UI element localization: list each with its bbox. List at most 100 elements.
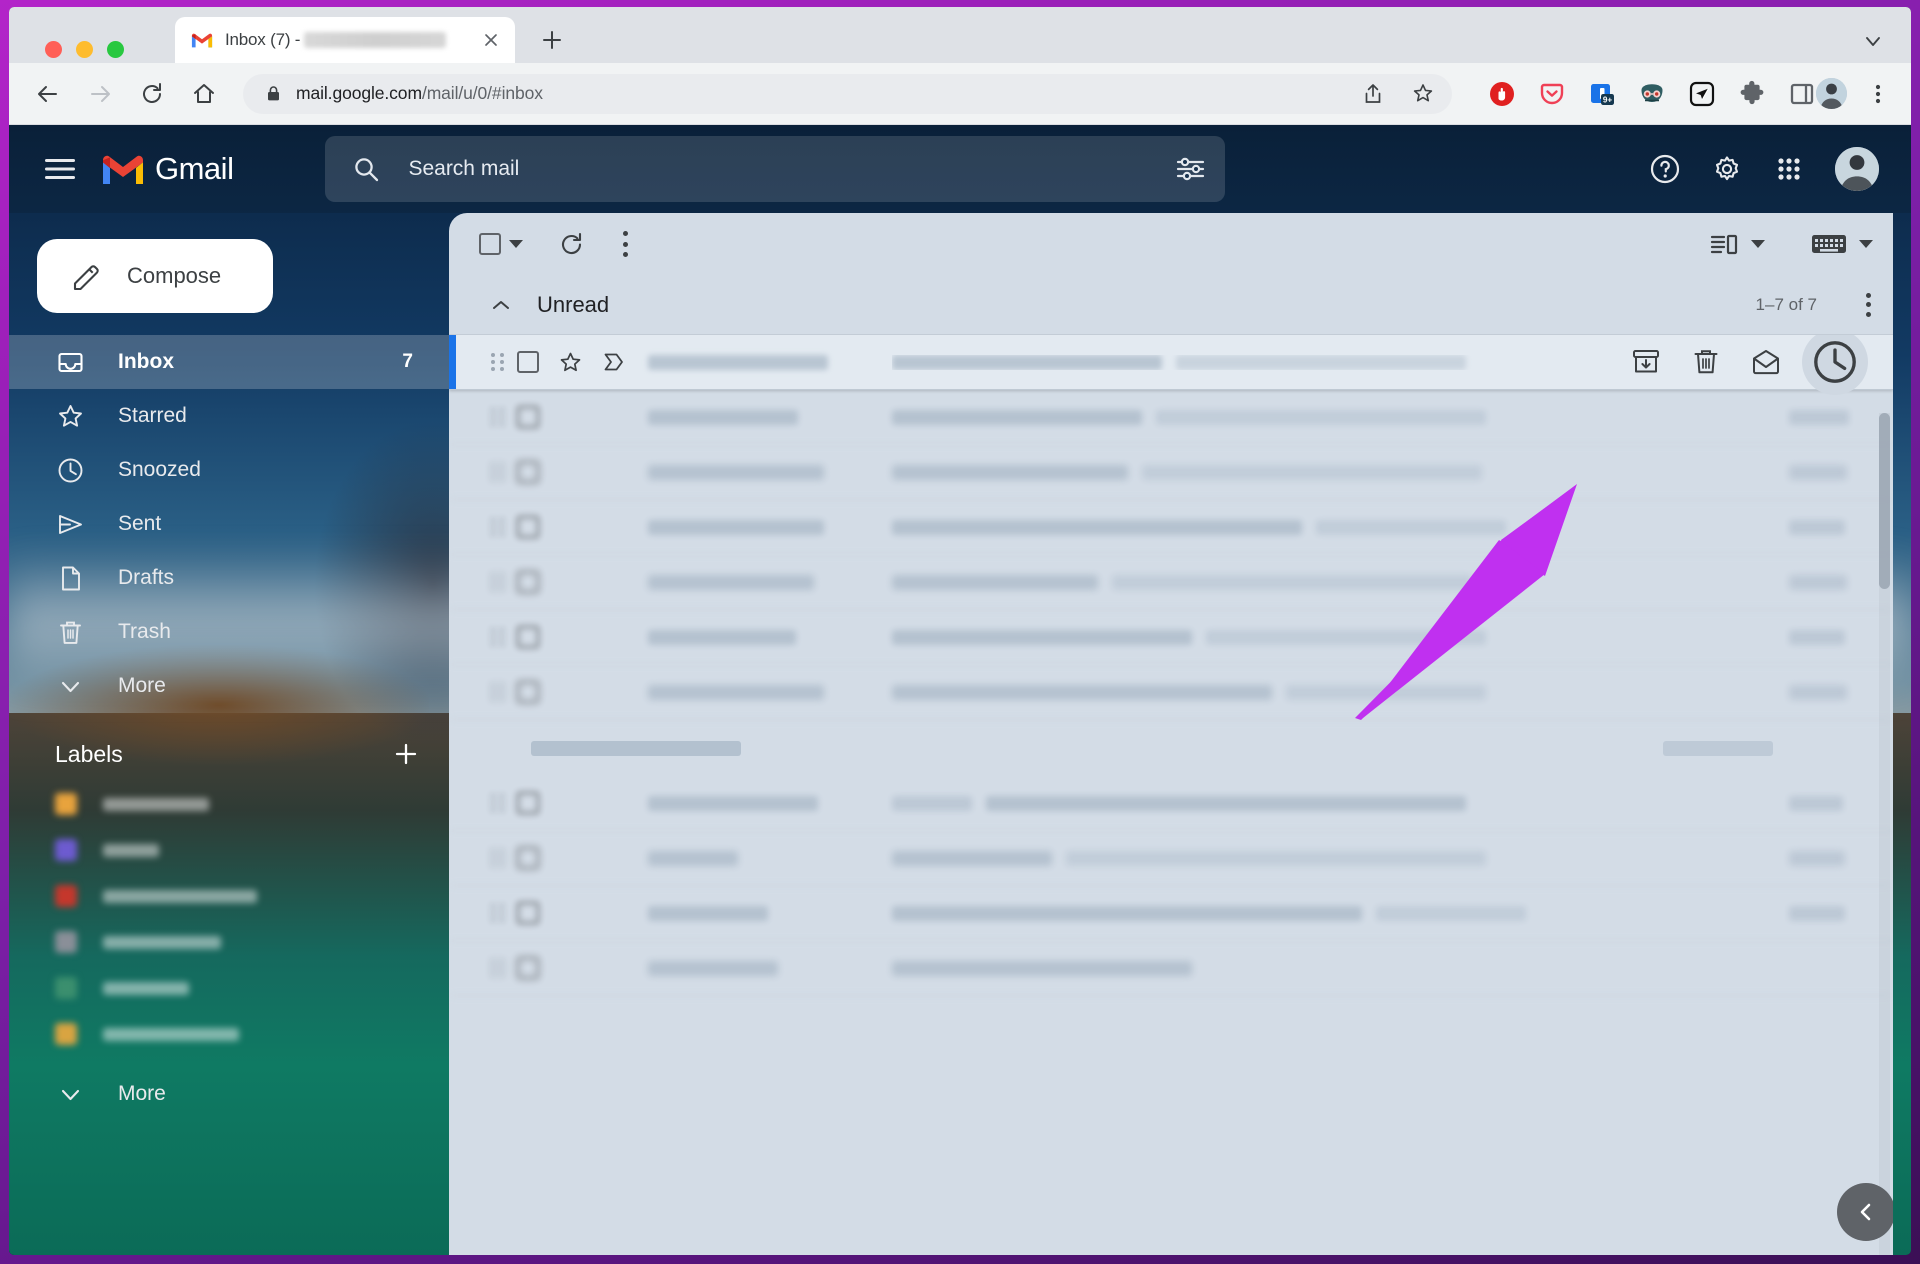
reload-icon[interactable]: [139, 81, 165, 107]
table-row[interactable]: [449, 886, 1893, 941]
sidebar-item-trash[interactable]: Trash: [9, 605, 449, 659]
hamburger-menu-icon[interactable]: [45, 158, 75, 180]
mask-icon[interactable]: [1638, 80, 1666, 108]
row-checkbox[interactable]: [517, 792, 539, 814]
row-checkbox[interactable]: [517, 847, 539, 869]
row-checkbox[interactable]: [517, 902, 539, 924]
star-icon[interactable]: [559, 957, 582, 980]
star-icon[interactable]: [559, 461, 582, 484]
send-later-icon[interactable]: [1688, 80, 1716, 108]
chrome-profile-avatar[interactable]: [1816, 78, 1847, 109]
puzzle-extensions-icon[interactable]: [1738, 80, 1766, 108]
settings-gear-icon[interactable]: [1711, 153, 1743, 185]
drag-grip-icon[interactable]: [491, 958, 505, 978]
table-row[interactable]: [449, 610, 1893, 665]
input-tools-control[interactable]: [1811, 232, 1873, 256]
importance-marker-icon[interactable]: [602, 406, 624, 428]
star-icon[interactable]: [559, 406, 582, 429]
star-icon[interactable]: [559, 571, 582, 594]
refresh-icon[interactable]: [559, 232, 584, 257]
display-density-control[interactable]: [1709, 231, 1765, 257]
sidebar-item-sent[interactable]: Sent: [9, 497, 449, 551]
list-item[interactable]: [9, 781, 449, 827]
drag-grip-icon[interactable]: [491, 572, 505, 592]
search-input[interactable]: Search mail: [325, 136, 1226, 202]
list-item[interactable]: [9, 873, 449, 919]
display-density-icon[interactable]: [1709, 231, 1739, 257]
drag-grip-icon[interactable]: [491, 462, 505, 482]
browser-tab[interactable]: Inbox (7) -: [175, 17, 515, 63]
row-checkbox[interactable]: [517, 461, 539, 483]
list-item[interactable]: [9, 965, 449, 1011]
section-more-options-icon[interactable]: [1865, 292, 1871, 317]
mark-read-icon[interactable]: [1751, 347, 1781, 377]
window-traffic-lights[interactable]: [45, 41, 124, 58]
drag-grip-icon[interactable]: [491, 352, 505, 372]
collapse-chevron-up-icon[interactable]: [491, 298, 511, 312]
new-tab-button[interactable]: [539, 27, 565, 53]
table-row[interactable]: [449, 831, 1893, 886]
sidebar-item-more[interactable]: More: [9, 659, 449, 713]
row-checkbox[interactable]: [517, 957, 539, 979]
delete-icon[interactable]: [1691, 347, 1721, 377]
plus-icon[interactable]: [393, 741, 419, 767]
importance-marker-icon[interactable]: [602, 351, 624, 373]
pocket-icon[interactable]: [1538, 80, 1566, 108]
drag-grip-icon[interactable]: [491, 682, 505, 702]
notifications-icon[interactable]: 9+: [1588, 80, 1616, 108]
importance-marker-icon[interactable]: [602, 847, 624, 869]
home-icon[interactable]: [191, 81, 217, 107]
chrome-three-dot-menu-icon[interactable]: [1867, 82, 1889, 106]
star-icon[interactable]: [559, 847, 582, 870]
table-row[interactable]: [449, 555, 1893, 610]
importance-marker-icon[interactable]: [602, 792, 624, 814]
table-row[interactable]: [449, 941, 1893, 996]
star-icon[interactable]: [559, 351, 582, 374]
star-icon[interactable]: [559, 681, 582, 704]
drag-grip-icon[interactable]: [491, 848, 505, 868]
row-checkbox[interactable]: [517, 516, 539, 538]
list-item[interactable]: [9, 1011, 449, 1057]
close-window-button[interactable]: [45, 41, 62, 58]
table-row[interactable]: [449, 390, 1893, 445]
importance-marker-icon[interactable]: [602, 571, 624, 593]
more-options-icon[interactable]: [622, 231, 628, 257]
select-all-control[interactable]: [479, 233, 523, 255]
sidebar-item-starred[interactable]: Starred: [9, 389, 449, 443]
list-item[interactable]: [9, 827, 449, 873]
importance-marker-icon[interactable]: [602, 681, 624, 703]
sidebar-item-inbox[interactable]: Inbox 7: [9, 335, 449, 389]
star-icon[interactable]: [559, 516, 582, 539]
collapse-panel-button[interactable]: [1837, 1183, 1893, 1241]
drag-grip-icon[interactable]: [491, 903, 505, 923]
minimize-window-button[interactable]: [76, 41, 93, 58]
star-icon[interactable]: [559, 792, 582, 815]
list-item[interactable]: [9, 919, 449, 965]
density-caret-icon[interactable]: [1751, 240, 1765, 248]
drag-grip-icon[interactable]: [491, 407, 505, 427]
sidebar-item-drafts[interactable]: Drafts: [9, 551, 449, 605]
sidebar-item-snoozed[interactable]: Snoozed: [9, 443, 449, 497]
table-row[interactable]: [449, 335, 1893, 395]
help-icon[interactable]: [1649, 153, 1681, 185]
drag-grip-icon[interactable]: [491, 793, 505, 813]
importance-marker-icon[interactable]: [602, 626, 624, 648]
star-icon[interactable]: [559, 626, 582, 649]
back-arrow-icon[interactable]: [35, 81, 61, 107]
importance-marker-icon[interactable]: [602, 461, 624, 483]
input-tools-caret-icon[interactable]: [1859, 240, 1873, 248]
select-dropdown-caret-icon[interactable]: [509, 240, 523, 248]
sidebar-item-more-labels[interactable]: More: [9, 1067, 449, 1121]
importance-marker-icon[interactable]: [602, 902, 624, 924]
list-scrollbar-thumb[interactable]: [1879, 413, 1890, 589]
bookmark-star-icon[interactable]: [1412, 82, 1434, 105]
google-apps-grid-icon[interactable]: [1773, 153, 1805, 185]
row-checkbox[interactable]: [517, 681, 539, 703]
row-checkbox[interactable]: [517, 626, 539, 648]
row-checkbox[interactable]: [517, 351, 539, 373]
keyboard-input-tools-icon[interactable]: [1811, 232, 1847, 256]
tab-list-chevron-down-icon[interactable]: [1861, 29, 1885, 53]
table-row[interactable]: [449, 445, 1893, 500]
maximize-window-button[interactable]: [107, 41, 124, 58]
table-row[interactable]: [449, 665, 1893, 720]
